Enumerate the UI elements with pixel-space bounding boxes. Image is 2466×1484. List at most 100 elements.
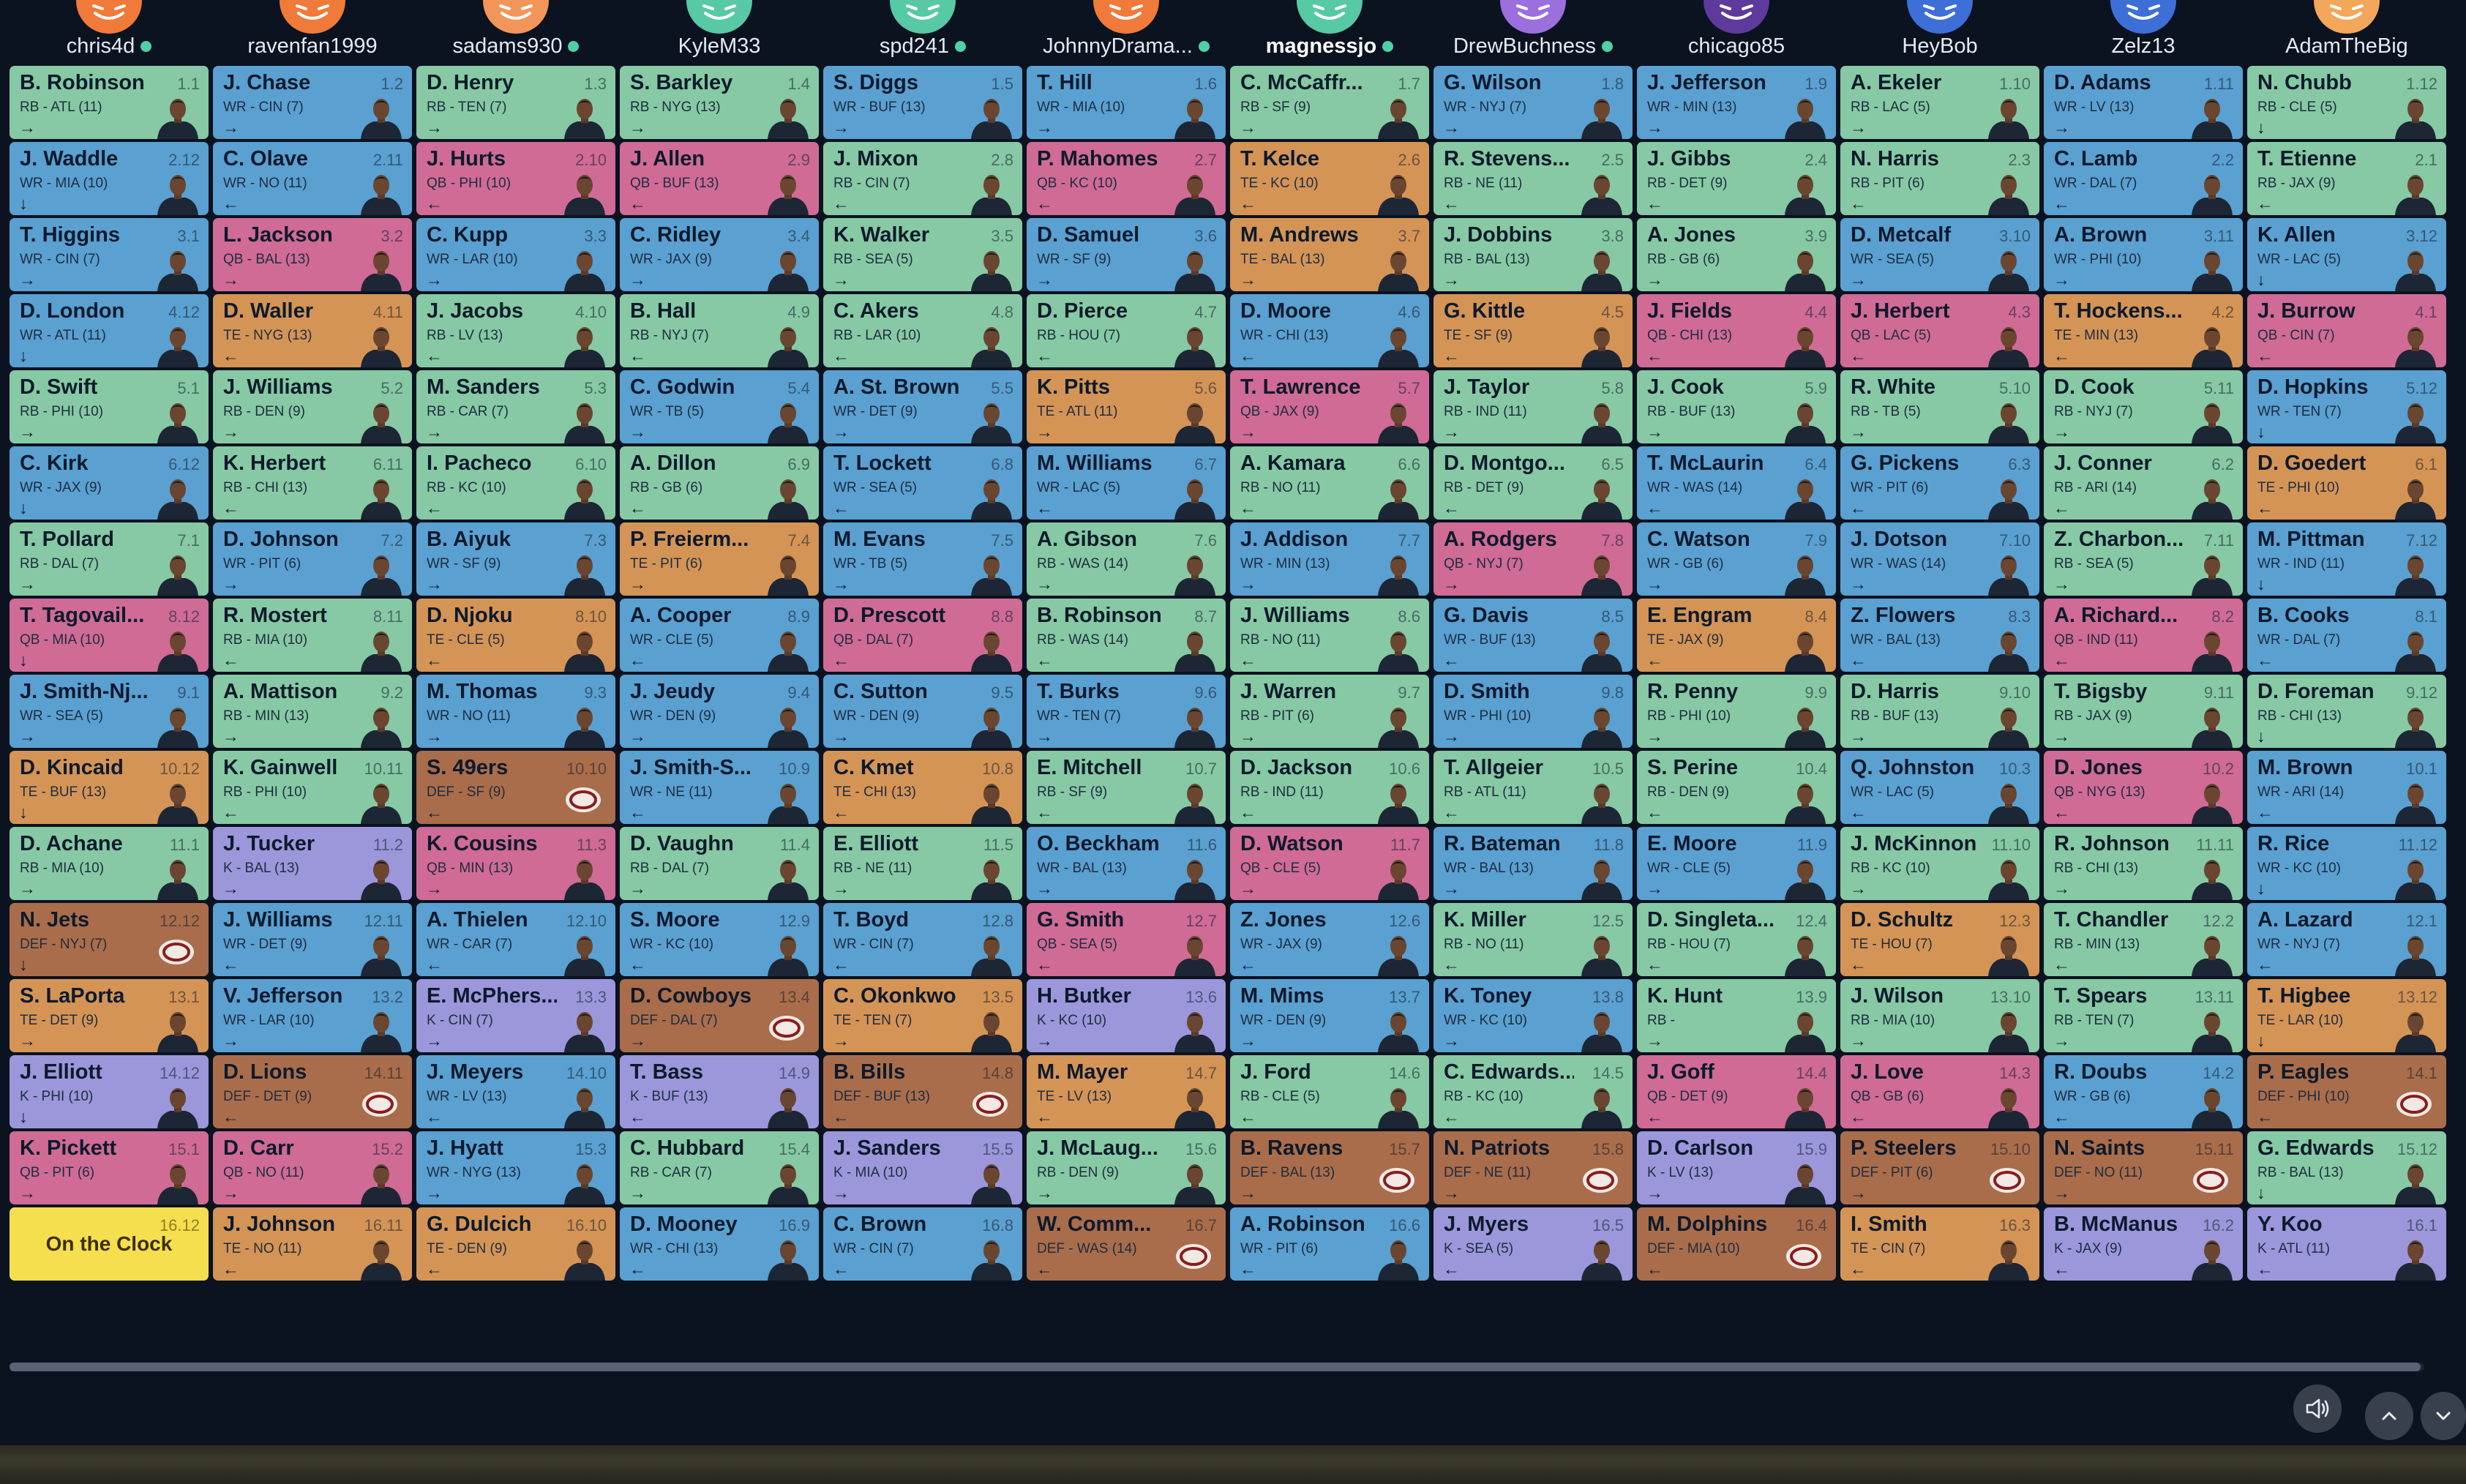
draft-pick-cell[interactable]: K. Toney 13.8 WR - KC (10) → bbox=[1433, 979, 1633, 1052]
draft-pick-cell[interactable]: C. Kupp 3.3 WR - LAR (10) → bbox=[416, 218, 615, 291]
draft-pick-cell[interactable]: J. Hyatt 15.3 WR - NYG (13) → bbox=[416, 1131, 615, 1204]
draft-pick-cell[interactable]: D. Carr 15.2 QB - NO (11) → bbox=[213, 1131, 412, 1204]
draft-pick-cell[interactable]: J. Sanders 15.5 K - MIA (10) → bbox=[823, 1131, 1022, 1204]
draft-pick-cell[interactable]: J. Goff 14.4 QB - DET (9) ← bbox=[1637, 1055, 1836, 1128]
draft-pick-cell[interactable]: S. Perine 10.4 RB - DEN (9) ← bbox=[1637, 751, 1836, 824]
draft-pick-cell[interactable]: L. Jackson 3.2 QB - BAL (13) → bbox=[213, 218, 412, 291]
draft-pick-cell[interactable]: J. Myers 16.5 K - SEA (5) ← bbox=[1433, 1207, 1633, 1281]
draft-pick-cell[interactable]: J. Johnson 16.11 TE - NO (11) ← bbox=[213, 1207, 412, 1281]
draft-pick-cell[interactable]: S. Barkley 1.4 RB - NYG (13) → bbox=[620, 66, 819, 139]
draft-pick-cell[interactable]: D. Swift 5.1 RB - PHI (10) → bbox=[10, 370, 209, 443]
draft-pick-cell[interactable]: K. Pickett 15.1 QB - PIT (6) → bbox=[10, 1131, 209, 1204]
draft-pick-cell[interactable]: D. Prescott 8.8 QB - DAL (7) ← bbox=[823, 599, 1022, 672]
draft-pick-cell[interactable]: A. Dillon 6.9 RB - GB (6) ← bbox=[620, 446, 819, 520]
draft-pick-cell[interactable]: J. Meyers 14.10 WR - LV (13) ← bbox=[416, 1055, 615, 1128]
draft-pick-cell[interactable]: D. Schultz 12.3 TE - HOU (7) ← bbox=[1840, 903, 2039, 976]
draft-pick-cell[interactable]: G. Dulcich 16.10 TE - DEN (9) ← bbox=[416, 1207, 615, 1281]
draft-pick-cell[interactable]: M. Pittman 7.12 WR - IND (11) ↓ bbox=[2247, 522, 2446, 596]
draft-pick-cell[interactable]: T. Boyd 12.8 WR - CIN (7) ← bbox=[823, 903, 1022, 976]
draft-pick-cell[interactable]: T. Allgeier 10.5 RB - ATL (11) ← bbox=[1433, 751, 1633, 824]
draft-pick-cell[interactable]: K. Cousins 11.3 QB - MIN (13) → bbox=[416, 827, 615, 900]
draft-pick-cell[interactable]: K. Allen 3.12 WR - LAC (5) ↓ bbox=[2247, 218, 2446, 291]
draft-pick-cell[interactable]: D. Lions 14.11 DEF - DET (9) ← bbox=[213, 1055, 412, 1128]
draft-pick-cell[interactable]: T. Chandler 12.2 RB - MIN (13) ← bbox=[2044, 903, 2243, 976]
draft-pick-cell[interactable]: G. Smith 12.7 QB - SEA (5) ← bbox=[1027, 903, 1226, 976]
draft-pick-cell[interactable]: C. Olave 2.11 WR - NO (11) ← bbox=[213, 142, 412, 215]
draft-pick-cell[interactable]: Y. Koo 16.1 K - ATL (11) ← bbox=[2247, 1207, 2446, 1281]
draft-pick-cell[interactable]: B. Ravens 15.7 DEF - BAL (13) → bbox=[1230, 1131, 1429, 1204]
scrollbar-thumb[interactable] bbox=[10, 1363, 2421, 1371]
draft-pick-cell[interactable]: D. Vaughn 11.4 RB - DAL (7) → bbox=[620, 827, 819, 900]
draft-pick-cell[interactable]: J. Mixon 2.8 RB - CIN (7) ← bbox=[823, 142, 1022, 215]
team-column-header[interactable]: KyleM33 bbox=[620, 0, 819, 63]
draft-pick-cell[interactable]: J. Allen 2.9 QB - BUF (13) ← bbox=[620, 142, 819, 215]
team-column-header[interactable]: sadams930 bbox=[416, 0, 615, 63]
draft-pick-cell[interactable]: D. Njoku 8.10 TE - CLE (5) ← bbox=[416, 599, 615, 672]
draft-pick-cell[interactable]: C. McCaffr... 1.7 RB - SF (9) → bbox=[1230, 66, 1429, 139]
draft-pick-cell[interactable]: S. Moore 12.9 WR - KC (10) ← bbox=[620, 903, 819, 976]
draft-pick-cell[interactable]: A. Thielen 12.10 WR - CAR (7) ← bbox=[416, 903, 615, 976]
draft-pick-cell[interactable]: C. Brown 16.8 WR - CIN (7) ← bbox=[823, 1207, 1022, 1281]
draft-pick-cell[interactable]: J. Williams 8.6 RB - NO (11) ← bbox=[1230, 599, 1429, 672]
scroll-down-button[interactable] bbox=[2421, 1392, 2466, 1440]
draft-pick-cell[interactable]: J. Williams 12.11 WR - DET (9) ← bbox=[213, 903, 412, 976]
draft-pick-cell[interactable]: N. Harris 2.3 RB - PIT (6) ← bbox=[1840, 142, 2039, 215]
draft-pick-cell[interactable]: B. McManus 16.2 K - JAX (9) ← bbox=[2044, 1207, 2243, 1281]
draft-pick-cell[interactable]: T. McLaurin 6.4 WR - WAS (14) ← bbox=[1637, 446, 1836, 520]
draft-pick-cell[interactable]: W. Comm... 16.7 DEF - WAS (14) ← bbox=[1027, 1207, 1226, 1281]
team-column-header[interactable]: AdamTheBig bbox=[2247, 0, 2446, 63]
draft-pick-cell[interactable]: N. Saints 15.11 DEF - NO (11) → bbox=[2044, 1131, 2243, 1204]
draft-pick-cell[interactable]: D. Mooney 16.9 WR - CHI (13) ← bbox=[620, 1207, 819, 1281]
draft-pick-cell[interactable]: D. Montgo... 6.5 RB - DET (9) ← bbox=[1433, 446, 1633, 520]
draft-pick-cell[interactable]: R. Johnson 11.11 RB - CHI (13) → bbox=[2044, 827, 2243, 900]
draft-pick-cell[interactable]: J. Jacobs 4.10 RB - LV (13) ← bbox=[416, 294, 615, 367]
draft-pick-cell[interactable]: J. Ford 14.6 RB - CLE (5) ← bbox=[1230, 1055, 1429, 1128]
draft-pick-cell[interactable]: B. Cooks 8.1 WR - DAL (7) ← bbox=[2247, 599, 2446, 672]
draft-pick-cell[interactable]: B. Robinson 8.7 RB - WAS (14) ← bbox=[1027, 599, 1226, 672]
draft-pick-cell[interactable]: J. Smith-S... 10.9 WR - NE (11) ← bbox=[620, 751, 819, 824]
draft-pick-cell[interactable]: C. Ridley 3.4 WR - JAX (9) → bbox=[620, 218, 819, 291]
draft-pick-cell[interactable]: K. Pitts 5.6 TE - ATL (11) → bbox=[1027, 370, 1226, 443]
draft-pick-cell[interactable]: T. Lockett 6.8 WR - SEA (5) ← bbox=[823, 446, 1022, 520]
draft-pick-cell[interactable]: S. Diggs 1.5 WR - BUF (13) → bbox=[823, 66, 1022, 139]
draft-pick-cell[interactable]: G. Pickens 6.3 WR - PIT (6) ← bbox=[1840, 446, 2039, 520]
draft-pick-cell[interactable]: C. Kmet 10.8 TE - CHI (13) ← bbox=[823, 751, 1022, 824]
draft-pick-cell[interactable]: C. Hubbard 15.4 RB - CAR (7) → bbox=[620, 1131, 819, 1204]
draft-pick-cell[interactable]: R. Stevens... 2.5 RB - NE (11) ← bbox=[1433, 142, 1633, 215]
draft-pick-cell[interactable]: D. Henry 1.3 RB - TEN (7) → bbox=[416, 66, 615, 139]
draft-pick-cell[interactable]: C. Sutton 9.5 WR - DEN (9) → bbox=[823, 675, 1022, 748]
team-column-header[interactable]: DrewBuchness bbox=[1433, 0, 1633, 63]
draft-pick-cell[interactable]: M. Andrews 3.7 TE - BAL (13) → bbox=[1230, 218, 1429, 291]
draft-pick-cell[interactable]: D. Samuel 3.6 WR - SF (9) → bbox=[1027, 218, 1226, 291]
team-column-header[interactable]: magnessjo bbox=[1230, 0, 1429, 63]
sound-button[interactable] bbox=[2293, 1384, 2342, 1433]
draft-pick-cell[interactable]: I. Smith 16.3 TE - CIN (7) ← bbox=[1840, 1207, 2039, 1281]
draft-pick-cell[interactable]: D. Cowboys 13.4 DEF - DAL (7) → bbox=[620, 979, 819, 1052]
draft-pick-cell[interactable]: T. Higgins 3.1 WR - CIN (7) → bbox=[10, 218, 209, 291]
draft-pick-cell[interactable]: B. Aiyuk 7.3 WR - SF (9) → bbox=[416, 522, 615, 596]
draft-pick-cell[interactable]: A. Richard... 8.2 QB - IND (11) ← bbox=[2044, 599, 2243, 672]
draft-pick-cell[interactable]: A. Robinson 16.6 WR - PIT (6) ← bbox=[1230, 1207, 1429, 1281]
on-the-clock-cell[interactable]: 16.12 On the Clock bbox=[10, 1207, 209, 1281]
draft-pick-cell[interactable]: D. Jackson 10.6 RB - IND (11) ← bbox=[1230, 751, 1429, 824]
draft-pick-cell[interactable]: C. Okonkwo 13.5 TE - TEN (7) → bbox=[823, 979, 1022, 1052]
draft-pick-cell[interactable]: D. Metcalf 3.10 WR - SEA (5) → bbox=[1840, 218, 2039, 291]
draft-pick-cell[interactable]: J. Dotson 7.10 WR - WAS (14) → bbox=[1840, 522, 2039, 596]
draft-pick-cell[interactable]: D. Moore 4.6 WR - CHI (13) ← bbox=[1230, 294, 1429, 367]
draft-pick-cell[interactable]: C. Watson 7.9 WR - GB (6) → bbox=[1637, 522, 1836, 596]
draft-pick-cell[interactable]: J. Cook 5.9 RB - BUF (13) → bbox=[1637, 370, 1836, 443]
draft-pick-cell[interactable]: J. Taylor 5.8 RB - IND (11) → bbox=[1433, 370, 1633, 443]
draft-pick-cell[interactable]: J. Herbert 4.3 QB - LAC (5) ← bbox=[1840, 294, 2039, 367]
draft-pick-cell[interactable]: T. Bass 14.9 K - BUF (13) ← bbox=[620, 1055, 819, 1128]
draft-pick-cell[interactable]: E. McPhers... 13.3 K - CIN (7) → bbox=[416, 979, 615, 1052]
draft-pick-cell[interactable]: T. Spears 13.11 RB - TEN (7) → bbox=[2044, 979, 2243, 1052]
draft-pick-cell[interactable]: S. 49ers 10.10 DEF - SF (9) ← bbox=[416, 751, 615, 824]
draft-pick-cell[interactable]: A. Rodgers 7.8 QB - NYJ (7) → bbox=[1433, 522, 1633, 596]
draft-pick-cell[interactable]: D. Harris 9.10 RB - BUF (13) → bbox=[1840, 675, 2039, 748]
draft-pick-cell[interactable]: B. Robinson 1.1 RB - ATL (11) → bbox=[10, 66, 209, 139]
team-column-header[interactable]: chris4d bbox=[10, 0, 209, 63]
team-column-header[interactable]: chicago85 bbox=[1637, 0, 1836, 63]
draft-pick-cell[interactable]: A. Gibson 7.6 RB - WAS (14) → bbox=[1027, 522, 1226, 596]
draft-pick-cell[interactable]: J. Smith-Nj... 9.1 WR - SEA (5) → bbox=[10, 675, 209, 748]
draft-pick-cell[interactable]: J. Gibbs 2.4 RB - DET (9) ← bbox=[1637, 142, 1836, 215]
